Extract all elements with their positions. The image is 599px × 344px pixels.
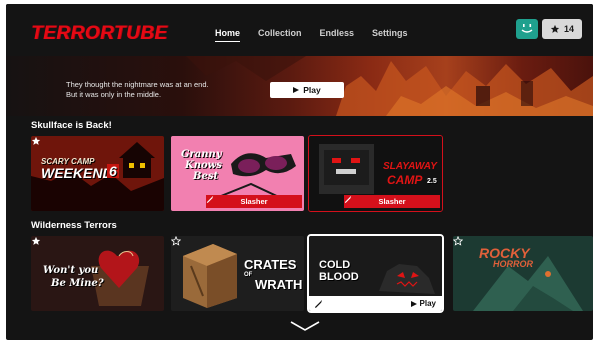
hero-tagline-line2: But it was only in the middle. [66,90,162,99]
play-icon [293,87,300,93]
card-badge: 6 [107,163,119,179]
tv-frame: TERRORTUBE Home Collection Endless Setti… [6,4,593,340]
nav-settings[interactable]: Settings [372,28,408,42]
card-slayaway-camp[interactable]: SLAYAWAY CAMP 2.5 Slasher [308,135,443,212]
card-artwork [171,236,304,311]
card-title-line1: Won't you [43,265,99,276]
row-title-wilderness: Wilderness Terrors [31,220,117,231]
hero-tagline: They thought the nightmare was at an end… [66,80,209,100]
knife-icon[interactable] [314,299,323,308]
hero-tagline-line1: They thought the nightmare was at an end… [66,80,209,89]
genre-tag[interactable]: Slasher [344,195,440,208]
card-title-line2: BLOOD [319,271,359,283]
card-crates-of-wrath[interactable]: CRATES OF WRATH [171,236,304,311]
card-title-line3: WRATH [255,277,303,292]
card-title-line2: CAMP [387,173,423,187]
genre-tag-label: Slasher [240,197,268,206]
card-granny-knows-best[interactable]: Granny Knows Best Slasher [171,136,304,211]
card-play-button[interactable]: Play [420,299,436,308]
card-title-line2: HORROR [493,259,533,269]
knife-icon [206,195,214,203]
smiley-face-icon [521,24,533,33]
card-title-line2: Knows [185,160,222,171]
star-outline-icon[interactable] [453,236,463,246]
card-title-line3: Best [193,171,219,182]
card-title-line2: Be Mine? [51,278,104,289]
top-bar: TERRORTUBE Home Collection Endless Setti… [6,4,593,56]
card-title-line1: Granny [181,149,222,160]
profile-avatar[interactable] [516,19,538,39]
card-wont-you-be-mine[interactable]: Won't you Be Mine? [31,236,164,311]
star-icon [550,24,560,33]
card-scary-camp-weekend[interactable]: SCARY CAMP WEEKEND 6 [31,136,164,211]
card-title-line1: ROCKY [479,245,530,261]
hero-banner: They thought the nightmare was at an end… [6,56,593,116]
card-badge: 2.5 [427,178,437,185]
star-outline-icon[interactable] [171,236,181,246]
genre-tag-label: Slasher [378,197,406,206]
card-action-bar: Play [309,296,442,311]
knife-icon [344,195,352,203]
card-title-line2: WEEKEND [41,165,113,181]
card-rocky-horror[interactable]: ROCKY HORROR [453,236,593,311]
star-filled-icon[interactable] [31,136,41,146]
favorites-count: 14 [563,24,574,34]
nav-endless[interactable]: Endless [320,28,355,42]
nav-collection[interactable]: Collection [258,28,302,42]
row-title-skullface: Skullface is Back! [31,120,112,131]
card-title-line2: OF [244,272,253,278]
genre-tag[interactable]: Slasher [206,195,302,208]
card-cold-blood[interactable]: COLD BLOOD Play [307,234,444,313]
nav-home[interactable]: Home [215,28,241,42]
hero-play-label: Play [303,85,321,95]
card-title-line1: SLAYAWAY [383,161,437,172]
card-title-line1: COLD [319,259,351,271]
card-title-line1: CRATES [244,257,297,272]
main-nav: Home Collection Endless Settings [215,28,408,42]
chevron-down-icon[interactable] [289,320,321,332]
play-icon [410,300,417,307]
favorites-button[interactable]: 14 [542,19,582,39]
hero-play-button[interactable]: Play [270,82,344,98]
star-filled-icon[interactable] [31,236,41,246]
app-logo[interactable]: TERRORTUBE [31,23,168,45]
